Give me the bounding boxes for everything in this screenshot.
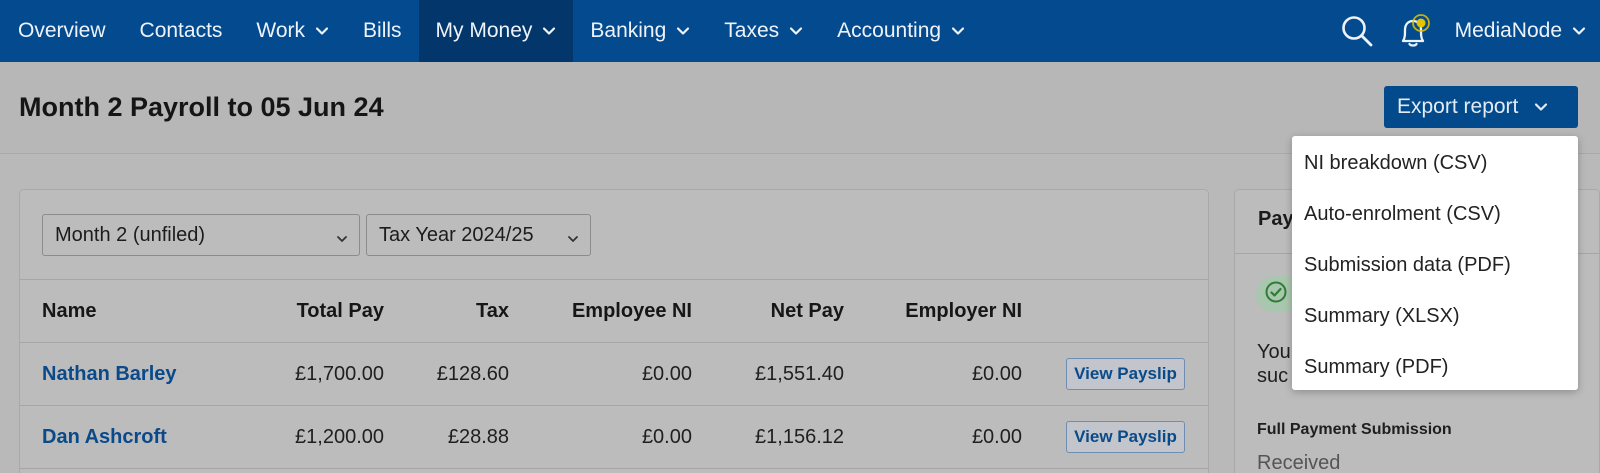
column-header-net-pay: Net Pay	[770, 299, 844, 322]
employee-ni-value: £0.00	[641, 425, 692, 448]
nav-contacts-label: Contacts	[139, 19, 223, 42]
filters-bar: Month 2 (unfiled) Tax Year 2024/25	[20, 190, 1208, 280]
tax-value: £28.88	[447, 425, 509, 448]
nav-overview[interactable]: Overview	[0, 0, 123, 62]
chevron-down-icon	[566, 229, 580, 252]
column-header-employer-ni: Employer NI	[905, 299, 1022, 322]
total-pay-value: £1,700.00	[295, 362, 384, 385]
payroll-card: Month 2 (unfiled) Tax Year 2024/25 Name …	[19, 189, 1209, 473]
employer-ni-value: £0.00	[971, 362, 1022, 385]
search-icon[interactable]	[1329, 0, 1385, 62]
export-report-button[interactable]: Export report	[1384, 86, 1578, 128]
table-row: Nathan Barley £1,700.00 £128.60 £0.00 £1…	[20, 343, 1208, 406]
chevron-down-icon	[335, 229, 349, 252]
period-select[interactable]: Month 2 (unfiled)	[42, 214, 360, 256]
nav-taxes-label: Taxes	[724, 19, 780, 42]
nav-banking-label: Banking	[590, 19, 667, 42]
export-report-menu: NI breakdown (CSV) Auto-enrolment (CSV) …	[1292, 136, 1578, 390]
column-header-name: Name	[42, 299, 97, 322]
chevron-down-icon	[951, 24, 965, 38]
column-header-total-pay: Total Pay	[296, 299, 384, 322]
tax-year-select-value: Tax Year 2024/25	[379, 223, 534, 246]
menu-item-summary-xlsx[interactable]: Summary (XLSX)	[1292, 291, 1578, 342]
org-switcher[interactable]: MediaNode	[1441, 19, 1600, 43]
table-row: Dan Ashcroft £1,200.00 £28.88 £0.00 £1,1…	[20, 406, 1208, 469]
employee-name-link[interactable]: Nathan Barley	[42, 343, 177, 405]
nav-contacts[interactable]: Contacts	[123, 0, 240, 62]
net-pay-value: £1,156.12	[755, 425, 844, 448]
chevron-down-icon	[315, 24, 329, 38]
nav-my-money[interactable]: My Money	[418, 0, 574, 62]
column-header-tax: Tax	[476, 299, 509, 322]
menu-item-summary-pdf[interactable]: Summary (PDF)	[1292, 342, 1578, 393]
tax-value: £128.60	[436, 362, 509, 385]
export-report-label: Export report	[1397, 95, 1519, 118]
view-payslip-button[interactable]: View Payslip	[1066, 421, 1185, 453]
nav-accounting[interactable]: Accounting	[820, 0, 982, 62]
table-header: Name Total Pay Tax Employee NI Net Pay E…	[20, 280, 1208, 343]
notification-bell-icon[interactable]	[1385, 0, 1441, 62]
chevron-down-icon	[789, 24, 803, 38]
employer-ni-value: £0.00	[971, 425, 1022, 448]
total-pay-value: £1,200.00	[295, 425, 384, 448]
menu-item-ni-breakdown-csv[interactable]: NI breakdown (CSV)	[1292, 138, 1578, 189]
column-header-employee-ni: Employee NI	[571, 299, 692, 322]
nav-accounting-label: Accounting	[837, 19, 942, 42]
chevron-down-icon	[1534, 100, 1548, 114]
org-name: MediaNode	[1454, 19, 1562, 42]
menu-item-submission-data-pdf[interactable]: Submission data (PDF)	[1292, 240, 1578, 291]
chevron-down-icon	[1572, 24, 1586, 38]
employee-name: Dan Ashcroft	[42, 425, 167, 448]
nav-overview-label: Overview	[18, 19, 106, 42]
nav-banking[interactable]: Banking	[573, 0, 707, 62]
nav-work[interactable]: Work	[239, 0, 346, 62]
view-payslip-button[interactable]: View Payslip	[1066, 358, 1185, 390]
fps-label: Full Payment Submission	[1257, 421, 1452, 438]
nav-my-money-label: My Money	[435, 19, 533, 42]
employee-name-link[interactable]: Dan Ashcroft	[42, 406, 167, 468]
check-circle-icon	[1264, 280, 1288, 309]
nav-work-label: Work	[256, 19, 306, 42]
nav-bills-label: Bills	[363, 19, 402, 42]
page-title: Month 2 Payroll to 05 Jun 24	[19, 92, 384, 122]
employee-ni-value: £0.00	[641, 362, 692, 385]
side-card-title: Pay	[1258, 208, 1294, 230]
chevron-down-icon	[542, 24, 556, 38]
menu-item-auto-enrolment-csv[interactable]: Auto-enrolment (CSV)	[1292, 189, 1578, 240]
nav-taxes[interactable]: Taxes	[707, 0, 820, 62]
tax-year-select[interactable]: Tax Year 2024/25	[366, 214, 591, 256]
submission-message-line2: suc	[1257, 365, 1289, 387]
net-pay-value: £1,551.40	[755, 362, 844, 385]
nav-right-tools: MediaNode	[1329, 0, 1600, 62]
top-navigation: Overview Contacts Work Bills My Money Ba…	[0, 0, 1600, 62]
period-select-value: Month 2 (unfiled)	[55, 223, 206, 246]
employee-name: Nathan Barley	[42, 362, 177, 385]
nav-bills[interactable]: Bills	[346, 0, 419, 62]
submission-message: You suc	[1257, 340, 1291, 388]
chevron-down-icon	[676, 24, 690, 38]
submission-message-line1: You	[1257, 341, 1291, 363]
fps-status: Received	[1257, 452, 1341, 473]
